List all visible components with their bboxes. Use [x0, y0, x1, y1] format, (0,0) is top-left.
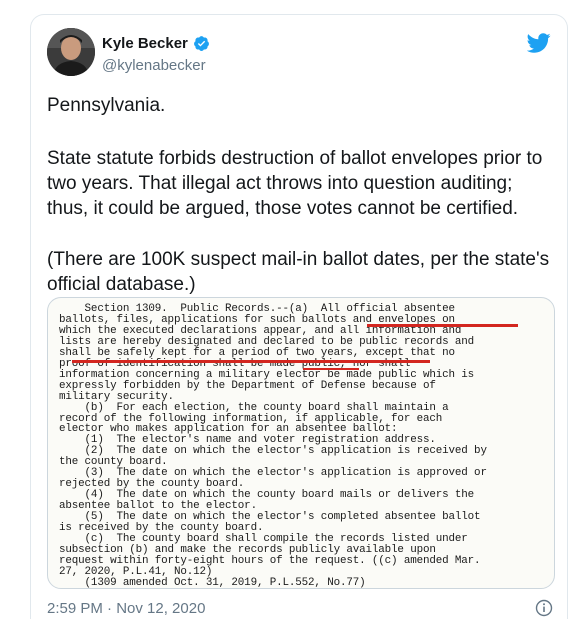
document-line: expressly forbidden by the Department of…	[59, 379, 436, 392]
statute-document-image[interactable]: Section 1309. Public Records.--(a) All o…	[47, 297, 555, 589]
verified-badge-icon	[193, 35, 210, 52]
avatar[interactable]	[47, 28, 95, 76]
tweet-paragraph-1: Pennsylvania.	[47, 95, 166, 116]
author-handle[interactable]: @kylenabecker	[102, 57, 206, 74]
highlight-underline	[303, 368, 359, 370]
document-line: military security.	[59, 390, 174, 403]
avatar-photo-icon	[47, 28, 95, 76]
info-icon[interactable]	[535, 599, 553, 617]
highlight-underline	[72, 360, 430, 363]
twitter-bird-icon[interactable]	[526, 31, 551, 55]
document-line: (b) For each election, the county board …	[59, 401, 449, 414]
author-name[interactable]: Kyle Becker	[102, 35, 188, 52]
document-line: (1309 amended Oct. 31, 2019, P.L.552, No…	[59, 576, 366, 589]
highlight-underline	[367, 324, 518, 327]
tweet-paragraph-2: State statute forbids destruction of bal…	[47, 148, 543, 219]
tweet-paragraph-3: (There are 100K suspect mail-in ballot d…	[47, 249, 550, 295]
tweet-timestamp[interactable]: 2:59 PM · Nov 12, 2020	[47, 600, 205, 617]
statute-document-text: Section 1309. Public Records.--(a) All o…	[59, 304, 547, 589]
author-name-row[interactable]: Kyle Becker	[102, 35, 210, 52]
tweet-card: Kyle Becker @kylenabecker Pennsylvania. …	[30, 14, 568, 619]
